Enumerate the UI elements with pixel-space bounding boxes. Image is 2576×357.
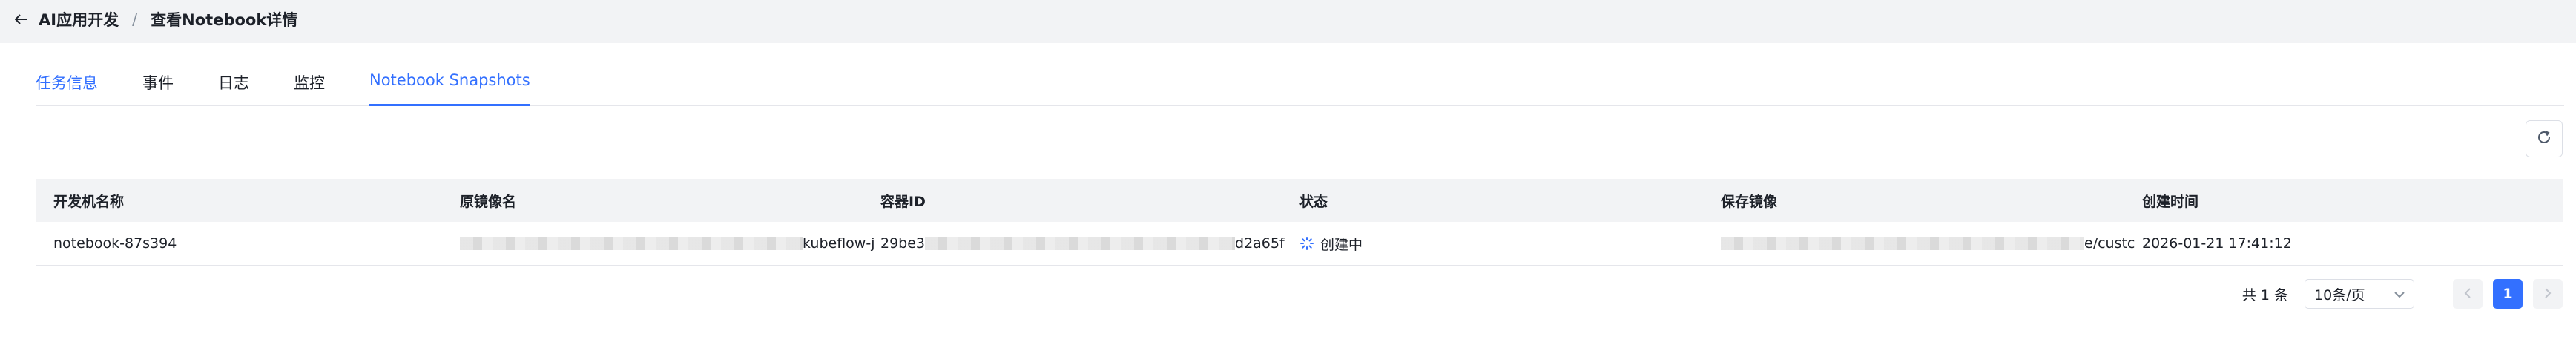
header-orig-image: 原镜像名 bbox=[460, 193, 517, 210]
tab-bar: 任务信息 事件 日志 监控 Notebook Snapshots bbox=[36, 68, 2564, 106]
header-container-id: 容器ID bbox=[880, 193, 926, 210]
header-created-at: 创建时间 bbox=[2142, 193, 2199, 210]
breadcrumb-separator: / bbox=[132, 10, 138, 28]
refresh-button[interactable] bbox=[2526, 120, 2563, 157]
tab-task-info[interactable]: 任务信息 bbox=[36, 68, 98, 104]
page-size-value: 10条/页 bbox=[2314, 286, 2365, 304]
page-size-select[interactable]: 10条/页 bbox=[2305, 279, 2414, 309]
container-suffix: d2a65f bbox=[1235, 235, 1285, 252]
redacted-block bbox=[460, 237, 803, 250]
snapshots-table: 开发机名称 原镜像名 容器ID 状态 保存镜像 创建时间 notebook-87… bbox=[36, 179, 2563, 266]
cell-save-image: e/custc bbox=[1721, 235, 2142, 252]
table-header: 开发机名称 原镜像名 容器ID 状态 保存镜像 创建时间 bbox=[36, 179, 2563, 222]
header-status: 状态 bbox=[1299, 193, 1328, 210]
save-image-suffix: e/custc bbox=[2084, 235, 2135, 252]
refresh-icon bbox=[2536, 129, 2552, 148]
cell-status: 创建中 bbox=[1299, 234, 1721, 254]
orig-image-suffix: kubeflow-j bbox=[803, 235, 875, 252]
tab-logs[interactable]: 日志 bbox=[218, 68, 249, 104]
header-save-image: 保存镜像 bbox=[1721, 193, 1778, 210]
table-row: notebook-87s394 kubeflow-j 29be3 d2a65f … bbox=[36, 222, 2563, 266]
header-dev-name: 开发机名称 bbox=[53, 193, 125, 210]
tab-notebook-snapshots[interactable]: Notebook Snapshots bbox=[369, 68, 530, 106]
chevron-down-icon bbox=[2394, 286, 2405, 302]
cell-dev-name: notebook-87s394 bbox=[53, 235, 177, 252]
pagination: 共 1 条 10条/页 1 bbox=[2242, 278, 2563, 309]
container-prefix: 29be3 bbox=[880, 235, 926, 252]
redacted-block bbox=[1721, 237, 2084, 250]
pagination-total: 共 1 条 bbox=[2241, 286, 2288, 304]
chevron-right-icon bbox=[2544, 286, 2552, 302]
redacted-block bbox=[925, 237, 1236, 250]
tab-monitor[interactable]: 监控 bbox=[294, 68, 325, 104]
loading-icon bbox=[1299, 236, 1314, 251]
next-page-button[interactable] bbox=[2533, 279, 2563, 309]
page-title: 查看Notebook详情 bbox=[151, 11, 298, 29]
page-number-button[interactable]: 1 bbox=[2493, 279, 2523, 309]
content-card: 任务信息 事件 日志 监控 Notebook Snapshots 开发机名称 原… bbox=[0, 43, 2576, 357]
status-text: 创建中 bbox=[1320, 236, 1363, 253]
breadcrumb-parent[interactable]: AI应用开发 bbox=[39, 8, 119, 30]
cell-container-id: 29be3 d2a65f bbox=[880, 235, 1299, 252]
prev-page-button[interactable] bbox=[2453, 279, 2483, 309]
top-breadcrumb-bar: AI应用开发 / 查看Notebook详情 bbox=[0, 0, 2576, 39]
cell-orig-image: kubeflow-j bbox=[460, 235, 880, 252]
tab-events[interactable]: 事件 bbox=[142, 68, 174, 104]
arrow-left-icon[interactable] bbox=[13, 11, 30, 27]
chevron-left-icon bbox=[2464, 286, 2471, 302]
cell-created-at: 2026-01-21 17:41:12 bbox=[2142, 235, 2292, 252]
